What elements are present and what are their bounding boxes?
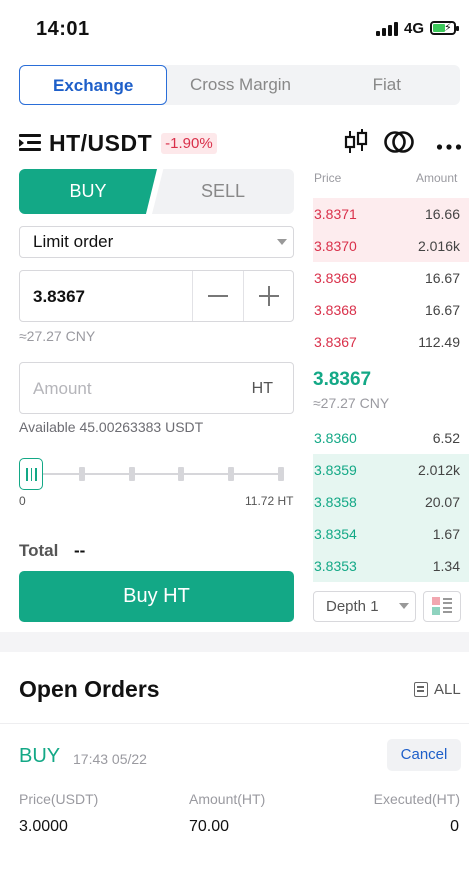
- orderbook-price-header: Price: [314, 171, 342, 185]
- amount-placeholder: Amount: [33, 379, 92, 398]
- candlestick-chart-icon[interactable]: [344, 128, 368, 161]
- order-executed-header: Executed(HT): [373, 791, 460, 807]
- order-amount: 70.00: [189, 818, 230, 835]
- battery-icon: ⚡: [430, 21, 459, 35]
- order-amount-header: Amount(HT): [189, 791, 266, 807]
- order-executed: 0: [450, 818, 459, 835]
- orderbook-amount-header: Amount: [416, 171, 458, 185]
- price-change-badge: -1.90%: [161, 132, 217, 154]
- tab-fiat[interactable]: Fiat: [314, 65, 460, 105]
- pair-menu-icon[interactable]: [19, 134, 41, 152]
- chevron-down-icon: [399, 603, 409, 609]
- row-amount: 20.07: [424, 494, 460, 510]
- slider-tick[interactable]: [278, 467, 284, 481]
- section-divider: [0, 632, 469, 652]
- slider-tick[interactable]: [79, 467, 85, 481]
- status-time: 14:01: [36, 18, 90, 40]
- row-price: 3.8368: [314, 302, 357, 318]
- slider-min-label: 0: [19, 494, 26, 508]
- price-cny-estimate: ≈27.27 CNY: [19, 328, 96, 344]
- ask-row[interactable]: 3.8367 112.49: [313, 326, 469, 358]
- chevron-down-icon: [277, 239, 287, 245]
- row-price: 3.8353: [314, 558, 357, 574]
- depth-value: Depth 1: [326, 598, 379, 615]
- slider-handle[interactable]: [19, 458, 43, 490]
- price-value: 3.8367: [33, 287, 85, 306]
- total-value: --: [74, 541, 86, 560]
- bid-row[interactable]: 3.8358 20.07: [313, 486, 469, 518]
- bid-row[interactable]: 3.8353 1.34: [313, 550, 469, 582]
- row-amount: 16.66: [424, 206, 460, 222]
- orderbook-layout-icon[interactable]: [423, 591, 461, 622]
- row-price: 3.8370: [314, 238, 357, 254]
- order-time: 17:43 05/22: [73, 751, 147, 767]
- ask-row[interactable]: 3.8369 16.67: [313, 262, 469, 294]
- tab-cross-margin[interactable]: Cross Margin: [167, 65, 313, 105]
- compare-circles-icon[interactable]: [384, 129, 414, 160]
- row-amount: 112.49: [418, 334, 460, 350]
- order-price-header: Price(USDT): [19, 791, 99, 807]
- buy-tab-button[interactable]: BUY: [19, 169, 157, 214]
- header-actions: [340, 128, 465, 156]
- order-side: BUY: [19, 745, 61, 767]
- row-price: 3.8358: [314, 494, 357, 510]
- order-price: 3.0000: [19, 818, 68, 835]
- tab-exchange[interactable]: Exchange: [19, 65, 168, 105]
- row-amount: 16.67: [424, 302, 460, 318]
- pair-header: HT/USDT -1.90%: [19, 126, 217, 160]
- row-price: 3.8369: [314, 270, 357, 286]
- row-price: 3.8360: [314, 430, 357, 446]
- trade-screen: 14:01 4G ⚡ Exchange Cross Margin Fiat HT…: [0, 0, 469, 871]
- ask-row[interactable]: 3.8370 2.016k: [313, 230, 469, 262]
- signal-icon: [376, 22, 400, 36]
- row-price: 3.8359: [314, 462, 357, 478]
- slider-max-label: 11.72 HT: [245, 494, 294, 508]
- amount-unit: HT: [251, 380, 273, 397]
- all-orders-label: ALL: [434, 681, 461, 698]
- row-amount: 6.52: [432, 430, 460, 446]
- bid-row[interactable]: 3.8360 6.52: [313, 422, 469, 454]
- amount-input[interactable]: Amount HT: [19, 362, 294, 414]
- row-price: 3.8354: [314, 526, 357, 542]
- last-price: 3.8367: [313, 369, 372, 390]
- row-amount: 16.67: [424, 270, 460, 286]
- status-bar: 14:01 4G ⚡: [0, 0, 469, 60]
- row-amount: 2.012k: [417, 462, 460, 478]
- row-amount: 1.34: [432, 558, 460, 574]
- decrease-price-button[interactable]: [208, 295, 228, 297]
- ask-row[interactable]: 3.8371 16.66: [313, 198, 469, 230]
- last-price-cny: ≈27.27 CNY: [313, 395, 390, 411]
- more-options-icon[interactable]: [436, 138, 462, 156]
- sell-tab-button[interactable]: SELL: [152, 169, 294, 214]
- buy-submit-button[interactable]: Buy HT: [19, 571, 294, 622]
- order-type-value: Limit order: [33, 232, 114, 251]
- network-label: 4G: [404, 20, 425, 37]
- open-orders-title: Open Orders: [19, 676, 160, 702]
- depth-select[interactable]: Depth 1: [313, 591, 416, 622]
- slider-tick[interactable]: [228, 467, 234, 481]
- market-tabs: Exchange Cross Margin Fiat: [19, 65, 460, 105]
- slider-tick[interactable]: [178, 467, 184, 481]
- row-price: 3.8371: [314, 206, 357, 222]
- total-label: Total: [19, 541, 59, 560]
- slider-tick[interactable]: [129, 467, 135, 481]
- all-orders-link[interactable]: ALL: [414, 681, 461, 698]
- bid-row[interactable]: 3.8354 1.67: [313, 518, 469, 550]
- price-input[interactable]: 3.8367: [19, 270, 294, 322]
- document-icon: [414, 682, 428, 697]
- row-amount: 2.016k: [417, 238, 460, 254]
- bid-row[interactable]: 3.8359 2.012k: [313, 454, 469, 486]
- pair-name[interactable]: HT/USDT: [49, 130, 152, 157]
- row-amount: 1.67: [432, 526, 460, 542]
- available-balance: Available 45.00263383 USDT: [19, 419, 204, 435]
- amount-slider-track[interactable]: [30, 473, 284, 475]
- order-type-select[interactable]: Limit order: [19, 226, 294, 258]
- row-price: 3.8367: [314, 334, 357, 350]
- ask-row[interactable]: 3.8368 16.67: [313, 294, 469, 326]
- cancel-order-button[interactable]: Cancel: [387, 739, 461, 771]
